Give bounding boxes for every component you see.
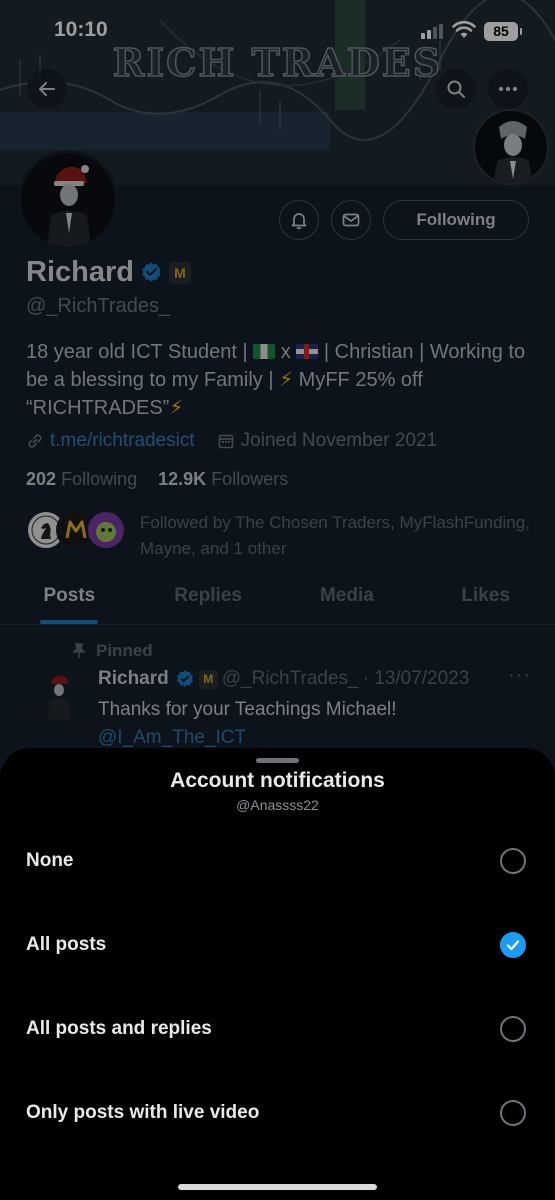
option-label: None: [26, 850, 74, 871]
option-all-posts[interactable]: All posts: [0, 910, 555, 980]
option-live-video-only[interactable]: Only posts with live video: [0, 1078, 555, 1148]
radio-unchecked-icon[interactable]: [500, 1100, 526, 1126]
checkmark-icon: [506, 940, 520, 951]
sheet-subtitle: @Anassss22: [236, 797, 319, 813]
sheet-grabber[interactable]: [256, 758, 299, 763]
radio-unchecked-icon[interactable]: [500, 1016, 526, 1042]
option-label: All posts and replies: [26, 1018, 212, 1039]
home-indicator[interactable]: [178, 1184, 377, 1190]
account-notifications-sheet: Account notifications @Anassss22 None Al…: [0, 748, 555, 1200]
option-label: Only posts with live video: [26, 1102, 260, 1123]
option-all-posts-and-replies[interactable]: All posts and replies: [0, 994, 555, 1064]
option-none[interactable]: None: [0, 826, 555, 896]
radio-checked-icon[interactable]: [500, 932, 526, 958]
option-label: All posts: [26, 934, 107, 955]
sheet-title: Account notifications: [170, 769, 385, 792]
radio-unchecked-icon[interactable]: [500, 848, 526, 874]
